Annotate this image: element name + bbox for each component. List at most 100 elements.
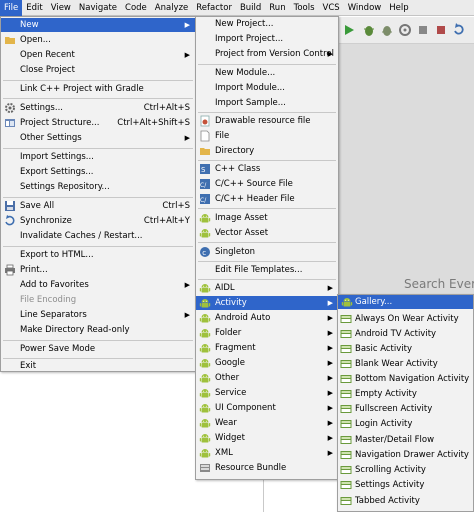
- cpp-source-item[interactable]: C/ C/C++ Source File: [196, 177, 338, 191]
- menu-edit[interactable]: Edit: [22, 0, 46, 16]
- file-menu-new[interactable]: New ▶: [1, 18, 195, 32]
- activity-template-item[interactable]: Blank Wear Activity: [338, 357, 473, 371]
- cpp-source-icon: C/: [200, 179, 210, 189]
- file-menu-print[interactable]: Print...: [1, 263, 195, 277]
- menu-code[interactable]: Code: [121, 0, 151, 16]
- activity-template-item[interactable]: Settings Activity: [338, 478, 473, 492]
- activity-template-item[interactable]: Always On Wear Activity: [338, 312, 473, 326]
- sync-project-icon[interactable]: [452, 23, 466, 37]
- activity-template-item[interactable]: Basic Activity: [338, 342, 473, 356]
- resource-bundle-item[interactable]: Resource Bundle: [196, 461, 338, 475]
- file-menu-file-encoding: File Encoding: [20, 295, 77, 305]
- activity-template-item[interactable]: Tabbed Activity: [338, 494, 473, 508]
- activity-template-icon: [340, 466, 352, 474]
- edit-file-templates-item[interactable]: Edit File Templates...: [196, 263, 338, 277]
- activity-template-item[interactable]: Bottom Navigation Activity: [338, 372, 473, 386]
- cpp-class-item[interactable]: S C++ Class: [196, 162, 338, 176]
- activity-gallery-item[interactable]: Gallery...: [338, 295, 473, 309]
- file-menu-power-save[interactable]: Power Save Mode: [1, 342, 195, 356]
- google-item[interactable]: Google ▶: [196, 356, 338, 370]
- wear-item[interactable]: Wear ▶: [196, 416, 338, 430]
- menu-build[interactable]: Build: [236, 0, 265, 16]
- profile-icon[interactable]: [398, 23, 412, 37]
- fragment-item[interactable]: Fragment ▶: [196, 341, 338, 355]
- run-icon[interactable]: [342, 23, 356, 37]
- new-directory-item[interactable]: Directory: [196, 144, 338, 158]
- activity-template-item[interactable]: Login Activity: [338, 417, 473, 431]
- android-auto-item[interactable]: Android Auto ▶: [196, 311, 338, 325]
- android-icon: [199, 449, 211, 458]
- activity-item[interactable]: Activity ▶: [196, 296, 338, 310]
- file-menu-export-html[interactable]: Export to HTML...: [1, 248, 195, 262]
- file-menu-add-favorites[interactable]: Add to Favorites ▶: [1, 278, 195, 292]
- file-menu-line-separators[interactable]: Line Separators ▶: [1, 308, 195, 322]
- submenu-arrow-icon: ▶: [184, 134, 190, 142]
- menu-help[interactable]: Help: [385, 0, 412, 16]
- import-sample-item[interactable]: Import Sample...: [196, 96, 338, 110]
- file-menu-settings-repository[interactable]: Settings Repository...: [1, 180, 195, 194]
- import-module-item[interactable]: Import Module...: [196, 81, 338, 95]
- file-menu-save-all[interactable]: Save All Ctrl+S: [1, 199, 195, 213]
- file-menu-open[interactable]: Open...: [1, 33, 195, 47]
- separator: [3, 197, 193, 198]
- submenu-arrow-icon: ▶: [327, 314, 333, 322]
- activity-template-item[interactable]: Empty Activity: [338, 387, 473, 401]
- aidl-item[interactable]: AIDL ▶: [196, 281, 338, 295]
- menu-run[interactable]: Run: [265, 0, 289, 16]
- menu-analyze[interactable]: Analyze: [151, 0, 193, 16]
- file-menu-import-settings[interactable]: Import Settings...: [1, 150, 195, 164]
- file-menu-make-read-only[interactable]: Make Directory Read-only: [1, 323, 195, 337]
- activity-template-item[interactable]: Master/Detail Flow: [338, 433, 473, 447]
- cpp-header-icon: C/: [200, 194, 210, 204]
- service-item[interactable]: Service ▶: [196, 386, 338, 400]
- file-menu-invalidate-caches[interactable]: Invalidate Caches / Restart...: [1, 229, 195, 243]
- attach-icon[interactable]: [416, 23, 430, 37]
- menu-view[interactable]: View: [47, 0, 75, 16]
- file-menu-close-project[interactable]: Close Project: [1, 63, 195, 77]
- android-icon: [199, 359, 211, 368]
- file-menu-project-structure[interactable]: Project Structure... Ctrl+Alt+Shift+S: [1, 116, 195, 130]
- menu-file[interactable]: File: [0, 0, 23, 16]
- new-project-item[interactable]: New Project...: [196, 17, 338, 31]
- menu-tools[interactable]: Tools: [290, 0, 319, 16]
- activity-template-item[interactable]: Android TV Activity: [338, 327, 473, 341]
- ui-component-item[interactable]: UI Component ▶: [196, 401, 338, 415]
- file-menu-link-cpp[interactable]: Link C++ Project with Gradle: [1, 82, 195, 96]
- project-from-vcs-item[interactable]: Project from Version Control ▶: [196, 47, 338, 61]
- svg-text:C/: C/: [200, 182, 207, 189]
- other-item[interactable]: Other ▶: [196, 371, 338, 385]
- android-icon: [199, 389, 211, 398]
- cpp-header-item[interactable]: C/ C/C++ Header File: [196, 192, 338, 206]
- drawable-resource-item[interactable]: Drawable resource file: [196, 114, 338, 128]
- file-menu-synchronize[interactable]: Synchronize Ctrl+Alt+Y: [1, 214, 195, 228]
- activity-template-item[interactable]: Scrolling Activity: [338, 463, 473, 477]
- xml-item[interactable]: XML ▶: [196, 446, 338, 460]
- widget-item[interactable]: Widget ▶: [196, 431, 338, 445]
- activity-template-item[interactable]: Fullscreen Activity: [338, 402, 473, 416]
- coverage-icon[interactable]: [380, 23, 394, 37]
- activity-template-item[interactable]: Navigation Drawer Activity: [338, 448, 473, 462]
- new-submenu: New Project... Import Project... Project…: [195, 16, 339, 480]
- vector-asset-item[interactable]: Vector Asset: [196, 226, 338, 240]
- file-menu-exit[interactable]: Exit: [1, 359, 195, 373]
- file-menu-settings[interactable]: Settings... Ctrl+Alt+S: [1, 101, 195, 115]
- import-project-item[interactable]: Import Project...: [196, 32, 338, 46]
- debug-icon[interactable]: [362, 23, 376, 37]
- stop-icon[interactable]: [434, 23, 448, 37]
- submenu-arrow-icon: ▶: [327, 419, 333, 427]
- separator: [198, 112, 336, 113]
- menu-vcs[interactable]: VCS: [319, 0, 344, 16]
- menu-window[interactable]: Window: [344, 0, 386, 16]
- file-menu-export-settings[interactable]: Export Settings...: [1, 165, 195, 179]
- singleton-item[interactable]: c Singleton: [196, 245, 338, 259]
- file-menu-open-recent[interactable]: Open Recent ▶: [1, 48, 195, 62]
- search-everywhere-hint: Search Every: [404, 277, 474, 291]
- new-module-item[interactable]: New Module...: [196, 66, 338, 80]
- file-menu-other-settings[interactable]: Other Settings ▶: [1, 131, 195, 145]
- menu-refactor[interactable]: Refactor: [192, 0, 236, 16]
- folder-item[interactable]: Folder ▶: [196, 326, 338, 340]
- menu-navigate[interactable]: Navigate: [75, 0, 121, 16]
- image-asset-item[interactable]: Image Asset: [196, 211, 338, 225]
- android-icon: [199, 299, 211, 308]
- new-file-item[interactable]: File: [196, 129, 338, 143]
